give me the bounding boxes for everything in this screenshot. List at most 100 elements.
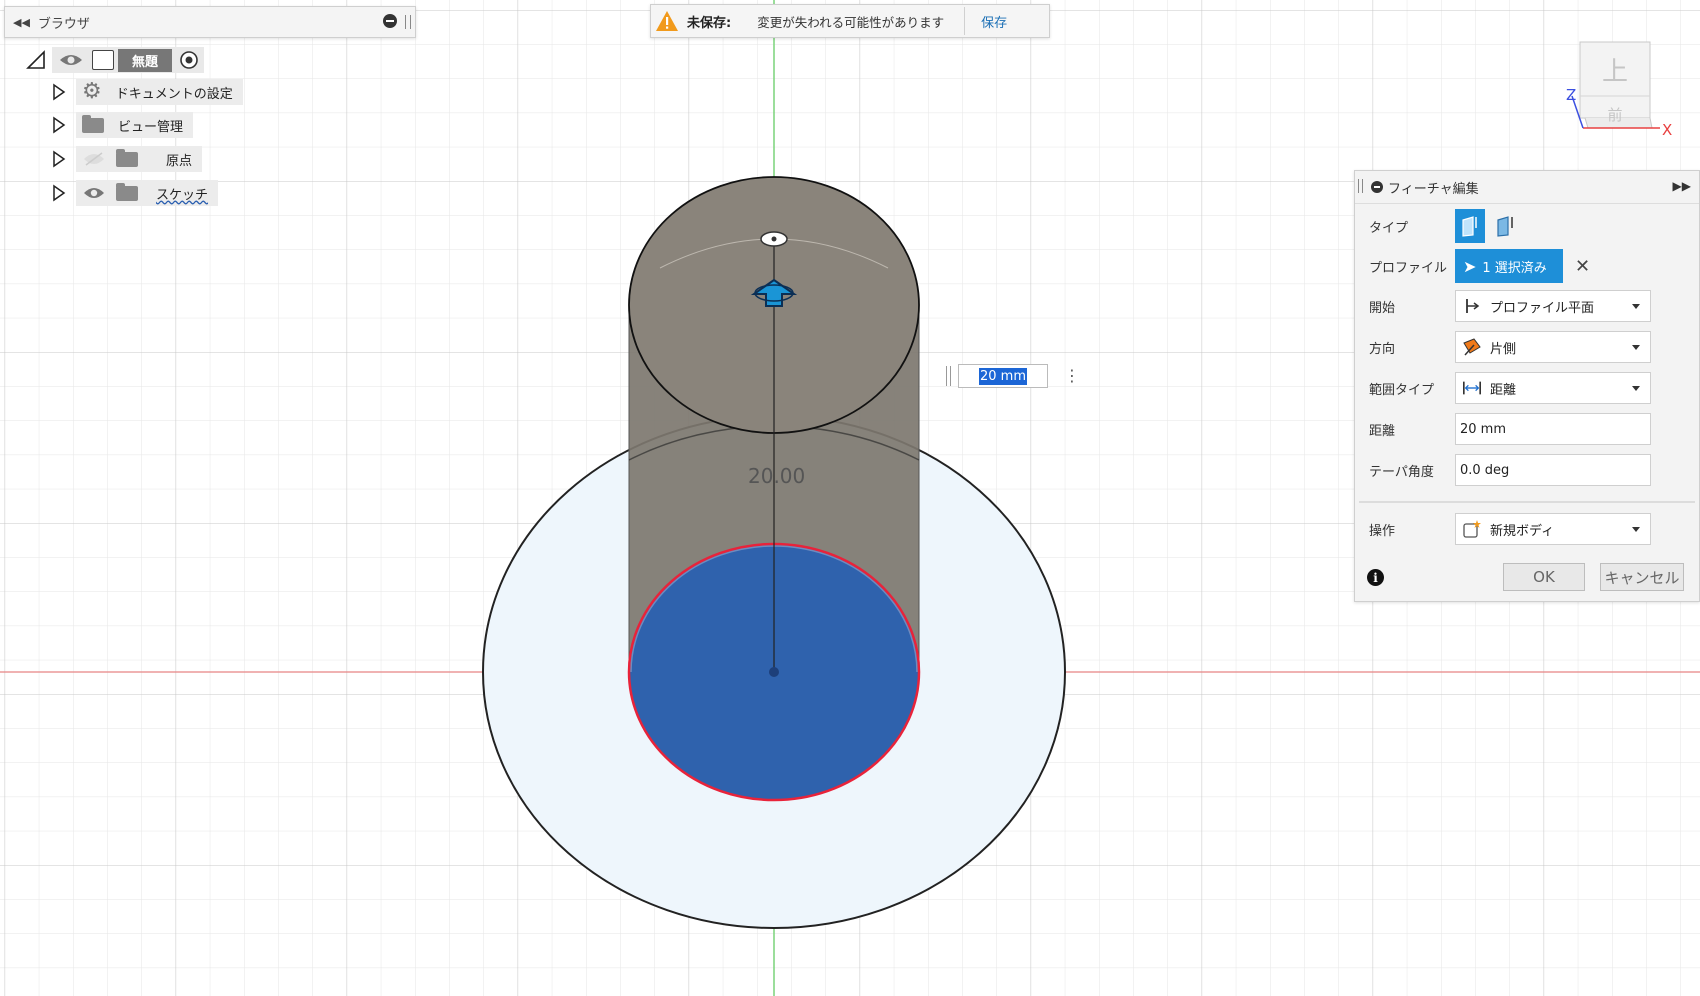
- document-settings-chip[interactable]: ⚙ ドキュメントの設定: [76, 79, 243, 105]
- dimension-input-widget[interactable]: 20 mm ⋮: [940, 362, 1080, 390]
- taper-label: テーパ角度: [1369, 464, 1434, 480]
- divider: [1359, 501, 1695, 503]
- operation-dropdown[interactable]: 新規ボディ: [1455, 513, 1651, 545]
- extent-value: 距離: [1490, 382, 1517, 398]
- view-management-chip[interactable]: ビュー管理: [76, 112, 194, 138]
- distance-inline-input[interactable]: 20 mm: [958, 364, 1048, 388]
- tree-item-document-settings[interactable]: ⚙ ドキュメントの設定: [52, 79, 243, 105]
- grip-handle-icon[interactable]: [405, 15, 411, 29]
- type-label: タイプ: [1369, 220, 1409, 236]
- eye-icon[interactable]: [58, 52, 84, 68]
- row-operation: 操作 新規ボディ: [1355, 509, 1699, 549]
- activate-radio-icon[interactable]: [178, 49, 200, 71]
- double-right-arrow-icon[interactable]: ▶▶: [1673, 179, 1691, 193]
- expand-triangle-icon[interactable]: [52, 83, 66, 101]
- component-icon: [92, 50, 114, 70]
- browser-title: ブラウザ: [37, 16, 90, 32]
- warning-icon: [656, 11, 678, 31]
- cursor-arrow-icon: ➤: [1463, 256, 1477, 276]
- extent-dropdown[interactable]: 距離: [1455, 372, 1651, 404]
- chevron-down-icon: [1632, 527, 1640, 532]
- profile-select-button[interactable]: ➤ 1 選択済み: [1455, 249, 1563, 283]
- save-link[interactable]: 保存: [981, 12, 1007, 31]
- eye-icon[interactable]: [82, 185, 106, 201]
- start-value: プロファイル平面: [1490, 300, 1595, 316]
- feature-edit-panel: フィーチャ編集 ▶▶ タイプ プロファイル ➤ 1 選択済み ✕ 開始 プロファ…: [1354, 170, 1700, 602]
- row-type: タイプ: [1355, 206, 1699, 246]
- unsaved-warning-bar: 未保存: 変更が失われる可能性があります 保存: [650, 4, 1050, 38]
- double-left-arrow-icon[interactable]: ◀◀: [13, 16, 30, 29]
- direction-label: 方向: [1369, 341, 1396, 357]
- viewcube-front-label: 前: [1607, 106, 1622, 124]
- viewcube-top-label: 上: [1602, 57, 1628, 87]
- taper-value[interactable]: 0.0 deg: [1460, 463, 1509, 478]
- dimension-value-label: 20.00: [748, 464, 806, 488]
- direction-dropdown[interactable]: 片側: [1455, 331, 1651, 363]
- viewcube-z-label: Z: [1566, 86, 1576, 104]
- operation-value: 新規ボディ: [1490, 523, 1555, 539]
- sketch-chip[interactable]: スケッチ: [76, 180, 219, 206]
- feature-panel-title: フィーチャ編集: [1388, 181, 1479, 197]
- folder-icon: [116, 148, 138, 167]
- tree-root[interactable]: 無題: [26, 47, 205, 73]
- distance-value[interactable]: 20 mm: [1460, 422, 1506, 437]
- direction-value: 片側: [1490, 341, 1517, 357]
- tree-item-view-management[interactable]: ビュー管理: [52, 112, 194, 138]
- row-profile: プロファイル ➤ 1 選択済み ✕: [1355, 246, 1699, 286]
- collapse-panel-icon[interactable]: [383, 14, 397, 28]
- warning-message: 変更が失われる可能性があります: [757, 14, 945, 30]
- distance-icon: [1462, 378, 1482, 398]
- eye-hidden-icon[interactable]: [82, 151, 106, 167]
- new-body-icon: [1462, 519, 1482, 539]
- more-options-icon[interactable]: ⋮: [1064, 368, 1080, 384]
- row-extent: 範囲タイプ 距離: [1355, 368, 1699, 408]
- type-thin-button[interactable]: [1491, 209, 1521, 243]
- origin-chip[interactable]: 原点: [76, 146, 203, 172]
- extent-label: 範囲タイプ: [1369, 382, 1435, 398]
- tree-item-label: 原点: [166, 153, 193, 169]
- grip-handle-icon[interactable]: [1358, 179, 1363, 193]
- row-direction: 方向 片側: [1355, 327, 1699, 367]
- expand-triangle-icon[interactable]: [52, 150, 66, 168]
- info-icon[interactable]: i: [1367, 569, 1384, 586]
- cancel-button[interactable]: キャンセル: [1600, 563, 1684, 591]
- start-label: 開始: [1369, 300, 1396, 316]
- distance-label: 距離: [1369, 423, 1396, 439]
- gear-icon: ⚙: [82, 79, 102, 104]
- type-solid-button[interactable]: [1455, 209, 1485, 243]
- expand-triangle-icon[interactable]: [52, 184, 66, 202]
- profile-plane-icon: [1462, 296, 1482, 316]
- operation-label: 操作: [1369, 523, 1396, 539]
- chevron-down-icon: [1632, 386, 1640, 391]
- grip-handle-icon[interactable]: [946, 366, 951, 386]
- root-chip[interactable]: 無題: [52, 47, 205, 73]
- ok-button[interactable]: OK: [1503, 563, 1585, 591]
- tree-item-label: ビュー管理: [118, 119, 184, 135]
- extrude-solid-icon: [1462, 216, 1477, 237]
- distance-input[interactable]: 20 mm: [1455, 413, 1651, 445]
- tree-item-label: スケッチ: [156, 187, 209, 203]
- warning-label: 未保存:: [687, 15, 732, 31]
- collapse-panel-icon[interactable]: [1371, 181, 1383, 193]
- divider: [964, 7, 966, 35]
- center-point: [769, 667, 779, 677]
- browser-panel-header[interactable]: ◀◀ ブラウザ: [4, 6, 416, 38]
- start-dropdown[interactable]: プロファイル平面: [1455, 290, 1651, 322]
- clear-selection-icon[interactable]: ✕: [1575, 256, 1590, 277]
- profile-selected-text: 1 選択済み: [1482, 260, 1547, 276]
- viewcube-x-label: X: [1662, 121, 1672, 139]
- tree-item-sketch[interactable]: スケッチ: [52, 180, 219, 206]
- tree-item-origin[interactable]: 原点: [52, 146, 203, 172]
- profile-label: プロファイル: [1369, 260, 1448, 276]
- expanded-triangle-icon[interactable]: [26, 50, 46, 70]
- root-label: 無題: [118, 48, 173, 72]
- taper-input[interactable]: 0.0 deg: [1455, 454, 1651, 486]
- expand-triangle-icon[interactable]: [52, 116, 66, 134]
- feature-panel-header[interactable]: フィーチャ編集 ▶▶: [1355, 171, 1699, 204]
- top-center-dot: [771, 236, 777, 242]
- row-distance: 距離 20 mm: [1355, 409, 1699, 449]
- extrude-thin-icon: [1497, 216, 1513, 237]
- one-side-icon: [1462, 337, 1482, 357]
- chevron-down-icon: [1632, 304, 1640, 309]
- distance-inline-value[interactable]: 20 mm: [979, 367, 1028, 385]
